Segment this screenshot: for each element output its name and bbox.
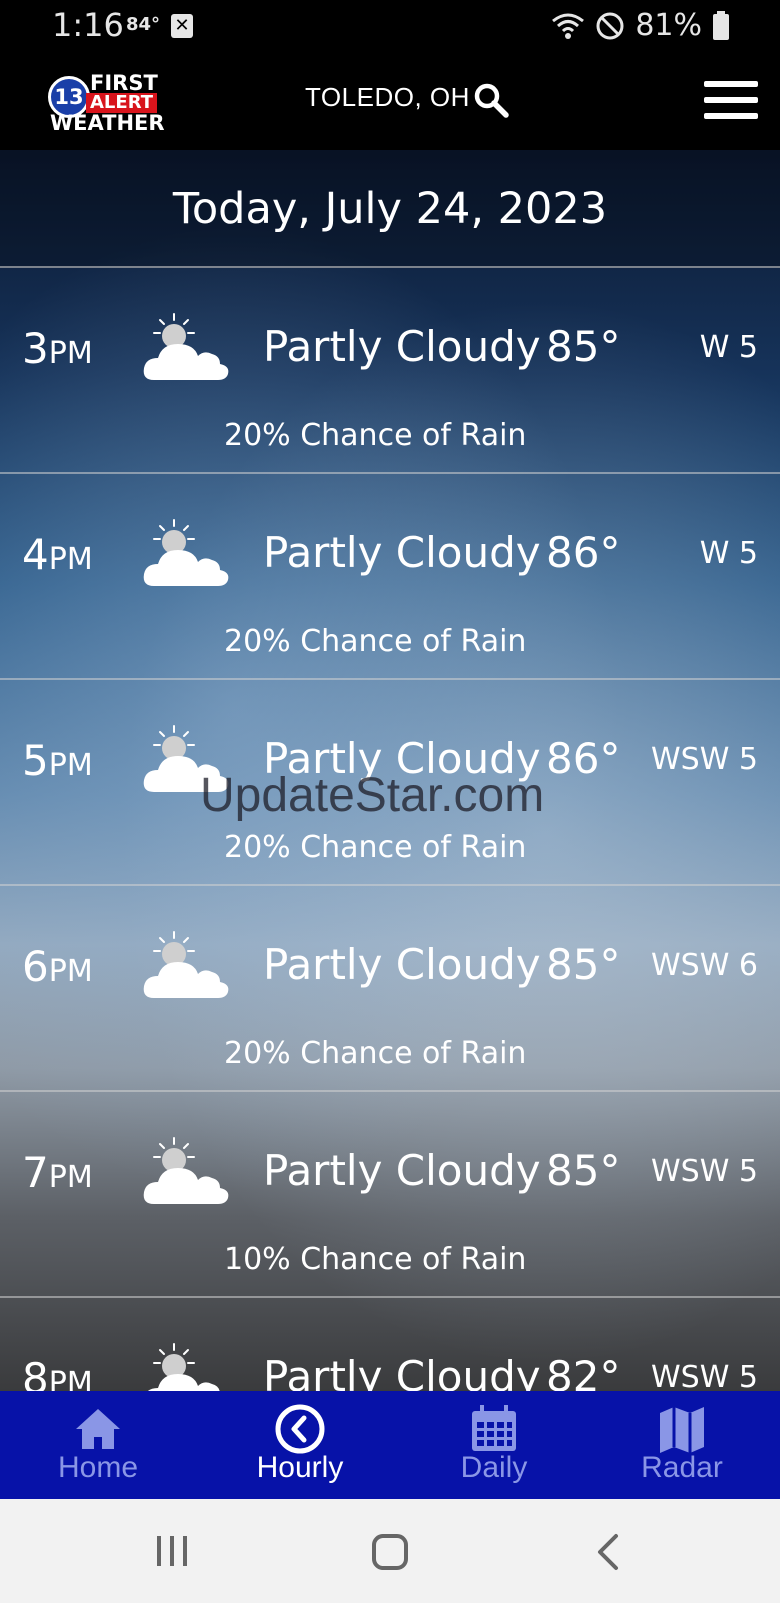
hour-time: 7PM [22, 1148, 93, 1197]
hour-condition: Partly Cloudy [263, 940, 541, 989]
home-button-icon[interactable] [371, 1533, 409, 1571]
date-header: Today, July 24, 2023 [0, 150, 780, 268]
search-icon[interactable] [473, 82, 509, 118]
watermark: UpdateStar.com [200, 769, 545, 822]
hour-number: 3 [22, 324, 49, 373]
logo-first: FIRST [90, 71, 158, 95]
hour-time: 4PM [22, 530, 93, 579]
hour-row[interactable]: 7PM Partly Cloudy 85° WSW 5 10% Chance o… [0, 1092, 780, 1298]
hour-wind: WSW 6 [651, 948, 758, 983]
map-icon [660, 1407, 704, 1453]
nav-radar-label: Radar [641, 1451, 723, 1484]
hour-ampm: PM [48, 1366, 93, 1391]
status-temperature: 84° [126, 14, 161, 35]
nav-home-label: Home [57, 1451, 139, 1484]
hour-rain-chance: 20% Chance of Rain [224, 1036, 527, 1071]
logo-alert: ALERT [86, 93, 158, 113]
status-bar: 1:16 84° ✕ 81% [0, 0, 780, 52]
location-label[interactable]: TOLEDO, OH [305, 82, 470, 113]
hour-wind: W 5 [699, 330, 758, 365]
hour-temperature: 82° [546, 1352, 621, 1391]
battery-percent: 81% [635, 8, 702, 43]
hour-number: 7 [22, 1148, 49, 1197]
hour-temperature: 86° [546, 734, 621, 783]
hamburger-menu-icon[interactable] [704, 81, 758, 119]
hourly-forecast-panel[interactable]: Today, July 24, 2023 3PM Partly Cloudy 8… [0, 150, 780, 1391]
hour-rain-chance: 20% Chance of Rain [224, 624, 527, 659]
notification-icon: ✕ [171, 14, 193, 38]
nav-home[interactable]: Home [18, 1391, 178, 1499]
clock-icon [275, 1404, 325, 1454]
hour-wind: W 5 [699, 536, 758, 571]
status-right: 81% [551, 8, 730, 43]
hour-rain-chance: 20% Chance of Rain [224, 830, 527, 865]
hour-ampm: PM [48, 336, 93, 371]
hour-temperature: 86° [546, 528, 621, 577]
hour-wind: WSW 5 [651, 1154, 758, 1189]
hour-time: 3PM [22, 324, 93, 373]
system-navigation-bar [0, 1499, 780, 1603]
partly-cloudy-icon [140, 1136, 232, 1208]
battery-icon [713, 10, 729, 40]
hour-ampm: PM [48, 748, 93, 783]
do-not-disturb-icon [596, 12, 624, 39]
hour-wind: WSW 5 [651, 1360, 758, 1391]
nav-hourly-label: Hourly [256, 1451, 344, 1484]
hour-row[interactable]: 8PM Partly Cloudy 82° WSW 5 [0, 1298, 780, 1391]
nav-radar[interactable]: Radar [602, 1391, 762, 1499]
calendar-icon [472, 1405, 516, 1451]
hour-condition: Partly Cloudy [263, 322, 541, 371]
partly-cloudy-icon [140, 930, 232, 1002]
hour-temperature: 85° [546, 940, 621, 989]
logo-weather: WEATHER [50, 111, 165, 135]
nav-daily[interactable]: Daily [414, 1391, 574, 1499]
back-icon[interactable] [596, 1533, 620, 1571]
partly-cloudy-icon [140, 518, 232, 590]
hour-number: 4 [22, 530, 49, 579]
wifi-icon [552, 13, 585, 39]
app-header: 13 FIRST ALERT WEATHER TOLEDO, OH [0, 52, 780, 150]
hour-row[interactable]: 6PM Partly Cloudy 85° WSW 6 20% Chance o… [0, 886, 780, 1092]
hour-time: 6PM [22, 942, 93, 991]
recent-apps-icon[interactable] [154, 1533, 190, 1569]
partly-cloudy-icon [140, 312, 232, 384]
hour-ampm: PM [48, 1160, 93, 1195]
status-time: 1:16 [52, 6, 124, 44]
hour-condition: Partly Cloudy [263, 1146, 541, 1195]
bottom-nav: Home Hourly Daily Radar [0, 1391, 780, 1499]
hour-ampm: PM [48, 542, 93, 577]
hour-number: 5 [22, 736, 49, 785]
station-logo[interactable]: 13 FIRST ALERT WEATHER [48, 70, 166, 135]
nav-hourly[interactable]: Hourly [220, 1391, 380, 1499]
hour-rain-chance: 20% Chance of Rain [224, 418, 527, 453]
hour-condition: Partly Cloudy [263, 1352, 541, 1391]
hour-ampm: PM [48, 954, 93, 989]
hour-time: 8PM [22, 1354, 93, 1391]
hour-number: 6 [22, 942, 49, 991]
hour-condition: Partly Cloudy [263, 528, 541, 577]
hour-row[interactable]: 3PM Partly Cloudy 85° W 5 20% Chance of … [0, 268, 780, 474]
hour-row[interactable]: 4PM Partly Cloudy 86° W 5 20% Chance of … [0, 474, 780, 680]
home-icon [76, 1409, 120, 1449]
hour-rain-chance: 10% Chance of Rain [224, 1242, 527, 1277]
partly-cloudy-icon [140, 1342, 232, 1391]
hour-number: 8 [22, 1354, 49, 1391]
hour-wind: WSW 5 [651, 742, 758, 777]
nav-daily-label: Daily [460, 1451, 528, 1484]
hour-time: 5PM [22, 736, 93, 785]
hour-temperature: 85° [546, 322, 621, 371]
hour-temperature: 85° [546, 1146, 621, 1195]
